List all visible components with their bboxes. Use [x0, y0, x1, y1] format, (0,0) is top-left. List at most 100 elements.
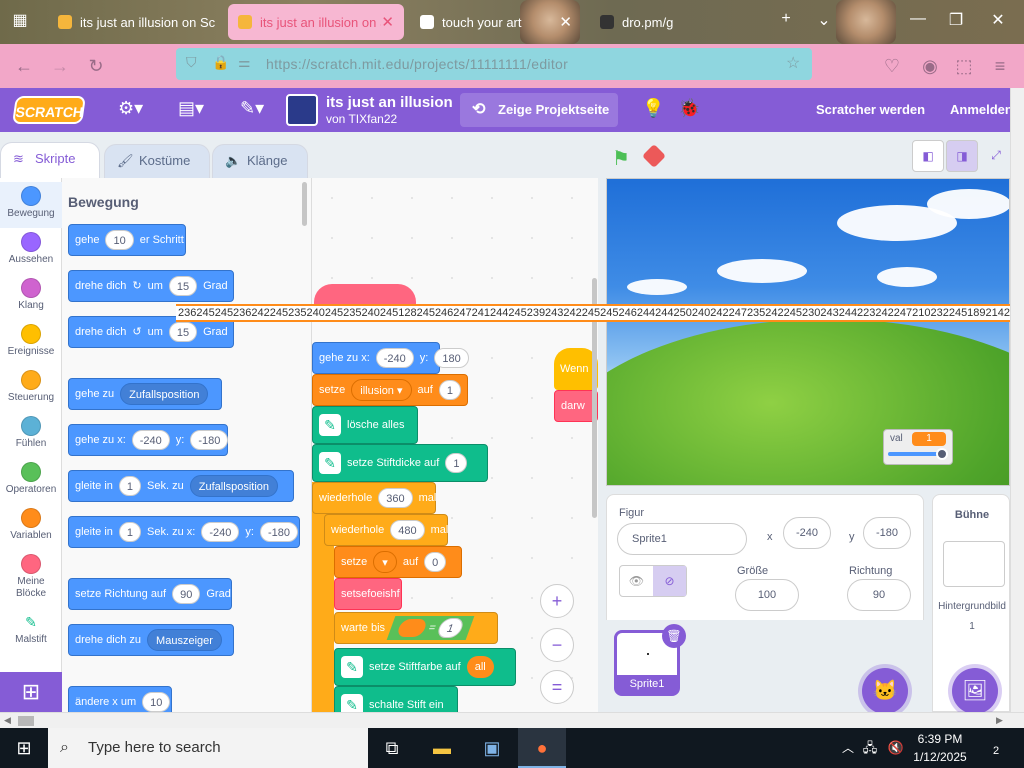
- browser-tab[interactable]: dro.pm/g: [590, 4, 740, 40]
- address-bar[interactable]: ⛉ 🔒 ⚌ https://scratch.mit.edu/projects/1…: [176, 48, 812, 80]
- script-block-set-pen-color[interactable]: ✎ setze Stiftfarbe auf all: [334, 648, 516, 686]
- category-sensing[interactable]: Fühlen: [0, 412, 62, 458]
- sign-in-link[interactable]: Anmelden: [950, 102, 1013, 117]
- page-horizontal-scrollbar[interactable]: ◀ ▶: [0, 712, 1024, 728]
- tab-list-icon[interactable]: ▦: [2, 10, 38, 30]
- delete-sprite-icon[interactable]: 🗑: [662, 624, 686, 648]
- choose-sprite-button[interactable]: 🐱: [862, 668, 908, 714]
- windows-start-icon[interactable]: ⊞: [0, 728, 48, 768]
- script-block-set-variable[interactable]: setze illusion ▾ auf 1: [312, 374, 468, 406]
- task-view-icon[interactable]: ⧉: [378, 734, 406, 762]
- stop-icon[interactable]: [641, 143, 667, 169]
- category-sound[interactable]: Klang: [0, 274, 62, 320]
- monitor-slider-knob[interactable]: [936, 448, 948, 460]
- stage[interactable]: val 1: [606, 178, 1010, 486]
- taskbar-search-box[interactable]: ⌕ Type here to search: [48, 728, 368, 768]
- script-block-pen-down[interactable]: ✎ schalte Stift ein: [334, 686, 458, 712]
- script-block-wait-until[interactable]: warte bis = 1: [334, 612, 498, 644]
- x-input[interactable]: -240: [783, 517, 831, 549]
- app-icon[interactable]: ▣: [478, 734, 506, 762]
- normal-stage-button[interactable]: ◨: [946, 140, 978, 172]
- extensions-icon[interactable]: ⬚: [952, 54, 976, 78]
- tab-sounds[interactable]: 🔈 Klänge: [212, 144, 308, 178]
- scroll-thumb[interactable]: [18, 716, 34, 726]
- category-operators[interactable]: Operatoren: [0, 458, 62, 504]
- size-input[interactable]: 100: [735, 579, 799, 611]
- block-move-steps[interactable]: gehe 10 er Schritt: [68, 224, 186, 256]
- hide-eye-icon[interactable]: ⊘: [653, 566, 686, 596]
- close-tab-icon[interactable]: ✕: [381, 13, 394, 31]
- join-scratch-link[interactable]: Scratcher werden: [816, 102, 925, 117]
- equals-operator[interactable]: = 1: [386, 616, 474, 640]
- tab-costumes[interactable]: 🖌 Kostüme: [104, 144, 210, 178]
- back-icon[interactable]: ←: [12, 54, 36, 78]
- maximize-button[interactable]: ❐: [938, 10, 974, 30]
- script-block-repeat-inner[interactable]: wiederhole 480 mal: [324, 514, 448, 546]
- browser-tab[interactable]: touch your art ✕: [410, 4, 582, 40]
- block-change-x[interactable]: ändere x um 10: [68, 686, 172, 712]
- green-flag-icon[interactable]: ⚑: [612, 146, 630, 171]
- category-looks[interactable]: Aussehen: [0, 228, 62, 274]
- choose-backdrop-button[interactable]: 🖼: [952, 668, 998, 714]
- account-icon[interactable]: ◉: [918, 54, 942, 78]
- category-variables[interactable]: Variablen: [0, 504, 62, 550]
- script-block-set-pen-size[interactable]: ✎ setze Stiftdicke auf 1: [312, 444, 488, 482]
- block-go-to-xy[interactable]: gehe zu x: -240 y: -180: [68, 424, 229, 456]
- close-window-button[interactable]: ✕: [980, 10, 1016, 30]
- scroll-left-icon[interactable]: ◀: [4, 715, 11, 726]
- page-vertical-scrollbar[interactable]: [1010, 88, 1024, 712]
- bookmark-star-icon[interactable]: ☆: [786, 53, 800, 73]
- firefox-taskbar-button[interactable]: ●: [518, 728, 566, 768]
- debug-bug-icon[interactable]: 🐞: [678, 98, 700, 119]
- y-input[interactable]: -180: [863, 517, 911, 549]
- tutorials-lightbulb-icon[interactable]: 💡: [642, 98, 664, 119]
- file-explorer-icon[interactable]: ▬: [428, 734, 456, 762]
- script-block-go-to-xy[interactable]: gehe zu x: -240 y: 180: [312, 342, 469, 374]
- palette-scrollbar[interactable]: [302, 182, 307, 226]
- pocket-icon[interactable]: ♡: [880, 54, 904, 78]
- scroll-right-icon[interactable]: ▶: [996, 715, 1003, 726]
- notifications-icon[interactable]: 2: [982, 734, 1010, 762]
- block-point-in-direction[interactable]: setze Richtung auf 90 Grad: [68, 578, 232, 610]
- category-events[interactable]: Ereignisse: [0, 320, 62, 366]
- category-control[interactable]: Steuerung: [0, 366, 62, 412]
- small-stage-button[interactable]: ◧: [912, 140, 944, 172]
- variable-reporter[interactable]: [395, 619, 429, 637]
- script-area[interactable]: gehe zu x: -240 y: 180 setze illusion ▾ …: [312, 178, 598, 712]
- close-tab-icon[interactable]: ✕: [559, 13, 572, 31]
- network-icon[interactable]: 🖧: [856, 734, 884, 762]
- category-pen[interactable]: ✎ Malstift: [0, 608, 62, 654]
- block-point-towards[interactable]: drehe dich zu Mauszeiger: [68, 624, 234, 656]
- tab-dropdown-icon[interactable]: ⌄: [806, 10, 842, 30]
- visibility-toggle[interactable]: 👁 ⊘: [619, 565, 687, 597]
- project-title[interactable]: its just an illusion: [326, 94, 453, 111]
- script-block-custom[interactable]: setsefoeishf: [334, 578, 402, 610]
- edit-menu-icon[interactable]: ✎▾: [240, 98, 264, 119]
- reload-icon[interactable]: ↻: [84, 54, 108, 78]
- file-menu-icon[interactable]: ▤▾: [178, 98, 204, 119]
- forward-icon[interactable]: →: [48, 54, 72, 78]
- variable-monitor[interactable]: val 1: [883, 429, 953, 465]
- category-motion[interactable]: Bewegung: [0, 182, 62, 228]
- show-eye-icon[interactable]: 👁: [620, 566, 653, 596]
- taskbar-clock[interactable]: 6:39 PM 1/12/2025: [908, 730, 972, 766]
- see-project-page-button[interactable]: ⟲ Zeige Projektseite: [460, 93, 618, 127]
- zoom-out-button[interactable]: −: [540, 628, 574, 662]
- fullscreen-icon[interactable]: ⤢: [982, 140, 1010, 172]
- sprite-name-input[interactable]: Sprite1: [617, 523, 747, 555]
- browser-tab-active[interactable]: its just an illusion on Sc ✕: [228, 4, 404, 40]
- block-turn-right[interactable]: drehe dich ↻ um 15 Grad: [68, 270, 234, 302]
- app-menu-icon[interactable]: ≡: [988, 54, 1012, 78]
- new-tab-button[interactable]: +: [768, 10, 804, 28]
- minimize-button[interactable]: —: [900, 10, 936, 28]
- script-block-pen-clear[interactable]: ✎ lösche alles: [312, 406, 418, 444]
- settings-gear-icon[interactable]: ⚙▾: [118, 98, 143, 119]
- script-block-set-variable[interactable]: setze ▾ auf 0: [334, 546, 462, 578]
- block-glide-to[interactable]: gleite in 1 Sek. zu Zufallsposition: [68, 470, 294, 502]
- volume-muted-icon[interactable]: 🔇: [882, 734, 910, 762]
- script-block-repeat[interactable]: wiederhole 360 mal: [312, 482, 436, 514]
- tab-code[interactable]: ≋ Skripte: [0, 142, 100, 178]
- zoom-in-button[interactable]: +: [540, 584, 574, 618]
- scratch-logo[interactable]: SCRATCH: [12, 96, 86, 124]
- add-extension-button[interactable]: ⊞: [0, 672, 62, 712]
